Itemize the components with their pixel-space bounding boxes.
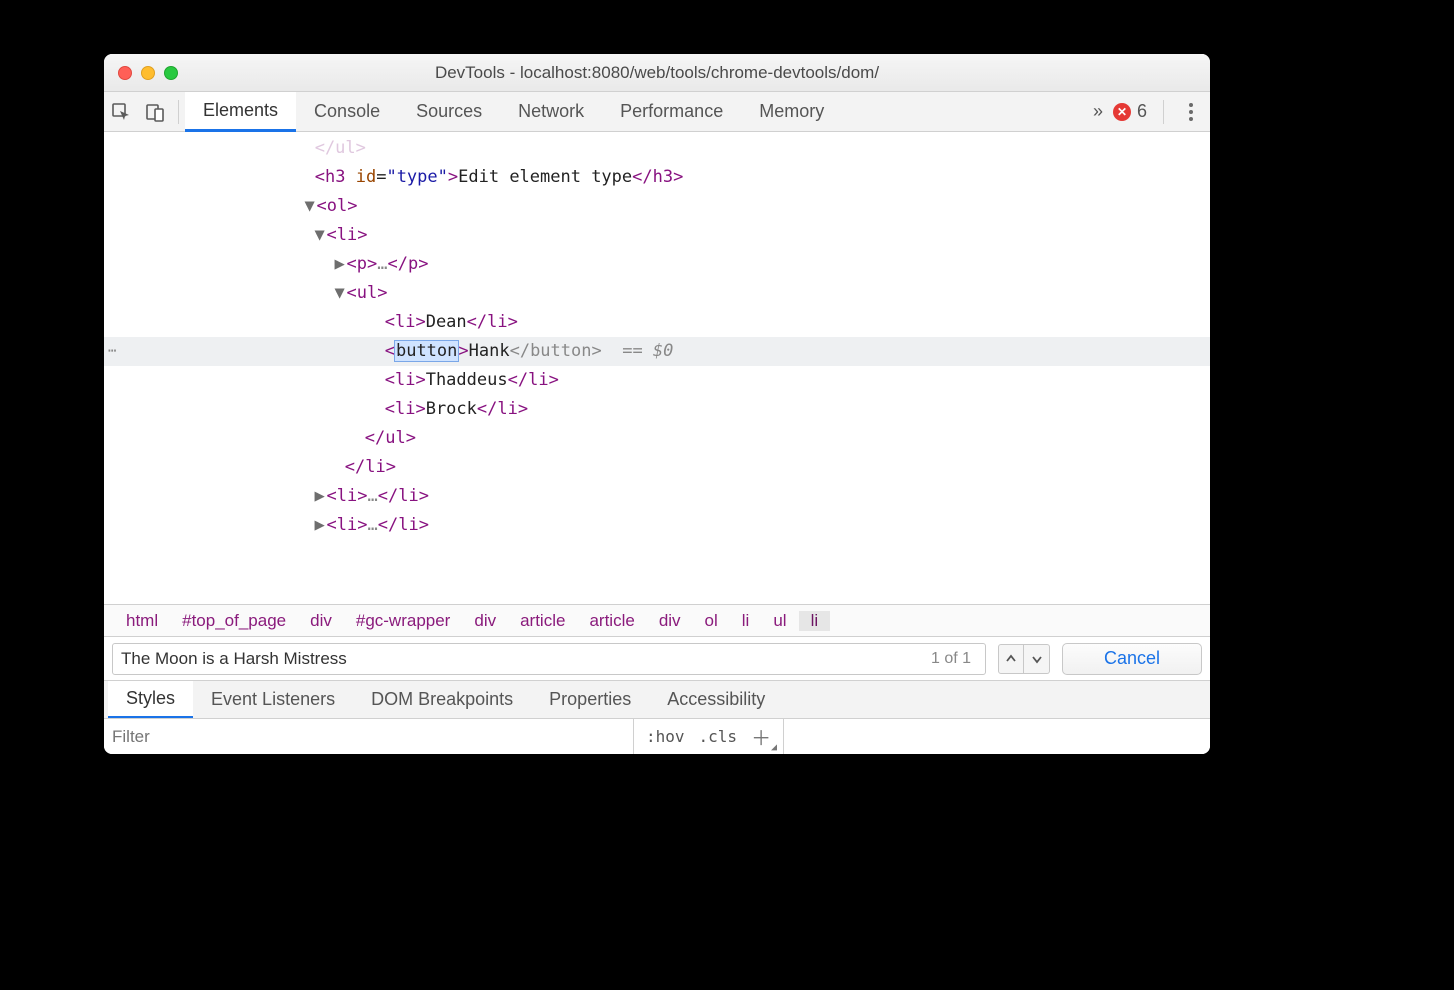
main-toolbar: Elements Console Sources Network Perform… (104, 92, 1210, 132)
subtab-styles[interactable]: Styles (108, 681, 193, 719)
dom-node[interactable]: ▶<p>…</p> (104, 250, 1210, 279)
dom-tree[interactable]: </ul> <h3 id="type">Edit element type</h… (104, 132, 1210, 604)
breadcrumb-item[interactable]: article (577, 611, 646, 631)
dom-node[interactable]: ▼<li> (104, 221, 1210, 250)
devtools-window: DevTools - localhost:8080/web/tools/chro… (104, 54, 1210, 754)
settings-menu-icon[interactable] (1180, 103, 1202, 121)
tab-memory[interactable]: Memory (741, 92, 842, 131)
hov-toggle[interactable]: :hov (646, 727, 685, 746)
tab-network[interactable]: Network (500, 92, 602, 131)
breadcrumb-item[interactable]: div (462, 611, 508, 631)
close-window-button[interactable] (118, 66, 132, 80)
dom-node[interactable]: <li>Dean</li> (104, 308, 1210, 337)
dom-node[interactable]: </ul> (104, 134, 1210, 163)
search-nav (998, 644, 1050, 674)
dom-node[interactable]: ▼<ol> (104, 192, 1210, 221)
subtab-dom-breakpoints[interactable]: DOM Breakpoints (353, 681, 531, 718)
dom-node[interactable]: <li>Thaddeus</li> (104, 366, 1210, 395)
toolbar-separator (178, 100, 179, 124)
breadcrumb-item[interactable]: ul (761, 611, 798, 631)
dom-node-selected[interactable]: <button>Hank</button> == $0 (104, 337, 1210, 366)
search-input[interactable] (121, 649, 931, 669)
tag-edit-input[interactable]: button (395, 341, 458, 361)
dom-node[interactable]: </li> (104, 453, 1210, 482)
search-bar: 1 of 1 Cancel (104, 636, 1210, 680)
error-count-label: 6 (1137, 101, 1147, 122)
breadcrumb-item[interactable]: #top_of_page (170, 611, 298, 631)
error-counter[interactable]: ✕ 6 (1113, 101, 1147, 122)
dom-breadcrumb: html #top_of_page div #gc-wrapper div ar… (104, 604, 1210, 636)
breadcrumb-item[interactable]: ol (693, 611, 730, 631)
dom-node[interactable]: ▼<ul> (104, 279, 1210, 308)
more-tabs-icon[interactable]: » (1093, 101, 1103, 122)
titlebar: DevTools - localhost:8080/web/tools/chro… (104, 54, 1210, 92)
styles-filter-input[interactable] (112, 727, 625, 747)
inspect-element-icon[interactable] (104, 102, 138, 122)
styles-filter-bar: :hov .cls ＋◢ (104, 718, 1210, 754)
styles-pane-tabs: Styles Event Listeners DOM Breakpoints P… (104, 680, 1210, 718)
tab-elements[interactable]: Elements (185, 92, 296, 132)
tab-performance[interactable]: Performance (602, 92, 741, 131)
dom-node[interactable]: </ul> (104, 424, 1210, 453)
cls-toggle[interactable]: .cls (699, 727, 738, 746)
search-box: 1 of 1 (112, 643, 986, 675)
toolbar-separator (1163, 100, 1164, 124)
search-next-button[interactable] (1024, 644, 1050, 674)
breadcrumb-item[interactable]: html (114, 611, 170, 631)
tab-sources[interactable]: Sources (398, 92, 500, 131)
search-prev-button[interactable] (998, 644, 1024, 674)
breadcrumb-item[interactable]: div (298, 611, 344, 631)
device-toolbar-icon[interactable] (138, 102, 172, 122)
breadcrumb-item[interactable]: #gc-wrapper (344, 611, 463, 631)
dom-node[interactable]: <h3 id="type">Edit element type</h3> (104, 163, 1210, 192)
minimize-window-button[interactable] (141, 66, 155, 80)
error-icon: ✕ (1113, 103, 1131, 121)
tab-console[interactable]: Console (296, 92, 398, 131)
search-result-count: 1 of 1 (931, 650, 977, 668)
zoom-window-button[interactable] (164, 66, 178, 80)
subtab-properties[interactable]: Properties (531, 681, 649, 718)
panel-tabs: Elements Console Sources Network Perform… (185, 92, 842, 131)
breadcrumb-item[interactable]: div (647, 611, 693, 631)
breadcrumb-item[interactable]: li (730, 611, 762, 631)
breadcrumb-item-current[interactable]: li (799, 611, 831, 631)
new-style-rule-button[interactable]: ＋◢ (751, 722, 771, 751)
dom-node[interactable]: ▶<li>…</li> (104, 482, 1210, 511)
dom-node[interactable]: ▶<li>…</li> (104, 511, 1210, 540)
subtab-event-listeners[interactable]: Event Listeners (193, 681, 353, 718)
search-cancel-button[interactable]: Cancel (1062, 643, 1202, 675)
breadcrumb-item[interactable]: article (508, 611, 577, 631)
dom-node[interactable]: <li>Brock</li> (104, 395, 1210, 424)
window-title: DevTools - localhost:8080/web/tools/chro… (104, 63, 1210, 83)
subtab-accessibility[interactable]: Accessibility (649, 681, 783, 718)
traffic-lights (104, 66, 178, 80)
